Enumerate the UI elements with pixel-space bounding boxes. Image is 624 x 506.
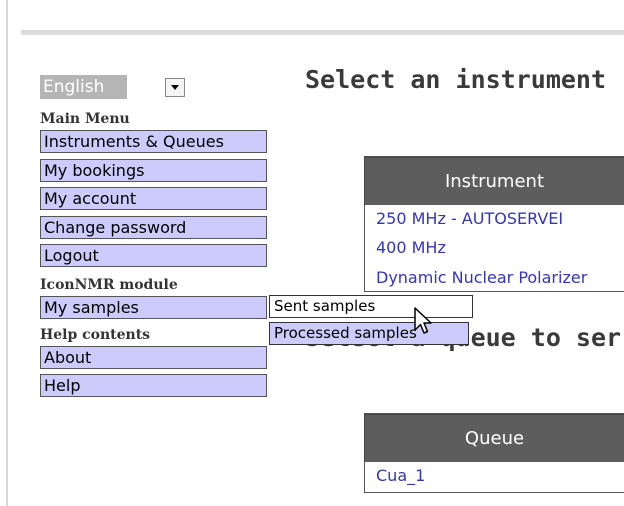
menu-help[interactable]: Help xyxy=(40,374,267,397)
language-dropdown-button[interactable] xyxy=(165,78,185,97)
menu-logout[interactable]: Logout xyxy=(40,244,267,267)
queue-table-header: Queue xyxy=(364,414,624,462)
language-select[interactable]: English xyxy=(40,75,185,99)
menu-my-account[interactable]: My account xyxy=(40,187,267,210)
menu-instruments-queues[interactable]: Instruments & Queues xyxy=(40,130,267,153)
language-select-value[interactable]: English xyxy=(40,75,127,99)
top-divider xyxy=(21,30,624,35)
instrument-table-header: Instrument xyxy=(364,157,624,205)
menu-my-bookings[interactable]: My bookings xyxy=(40,159,267,182)
section-main-menu: Main Menu xyxy=(40,111,130,127)
submenu-sent-samples[interactable]: Sent samples xyxy=(269,295,473,318)
left-border xyxy=(6,0,8,506)
menu-my-samples[interactable]: My samples xyxy=(40,296,267,319)
section-help-contents: Help contents xyxy=(40,327,151,343)
instrument-link-250mhz[interactable]: 250 MHz - AUTOSERVEI xyxy=(376,209,563,228)
submenu-processed-samples[interactable]: Processed samples xyxy=(269,322,469,345)
instrument-link-400mhz[interactable]: 400 MHz xyxy=(376,238,446,257)
heading-select-instrument: Select an instrument xyxy=(305,65,607,94)
queue-link-cua1[interactable]: Cua_1 xyxy=(376,466,425,485)
menu-change-password[interactable]: Change password xyxy=(40,216,267,239)
instrument-link-dnp[interactable]: Dynamic Nuclear Polarizer xyxy=(376,268,587,287)
chevron-down-icon xyxy=(171,85,179,90)
menu-about[interactable]: About xyxy=(40,346,267,369)
mouse-pointer-icon xyxy=(414,307,432,334)
section-iconnmr-module: IconNMR module xyxy=(40,277,178,293)
